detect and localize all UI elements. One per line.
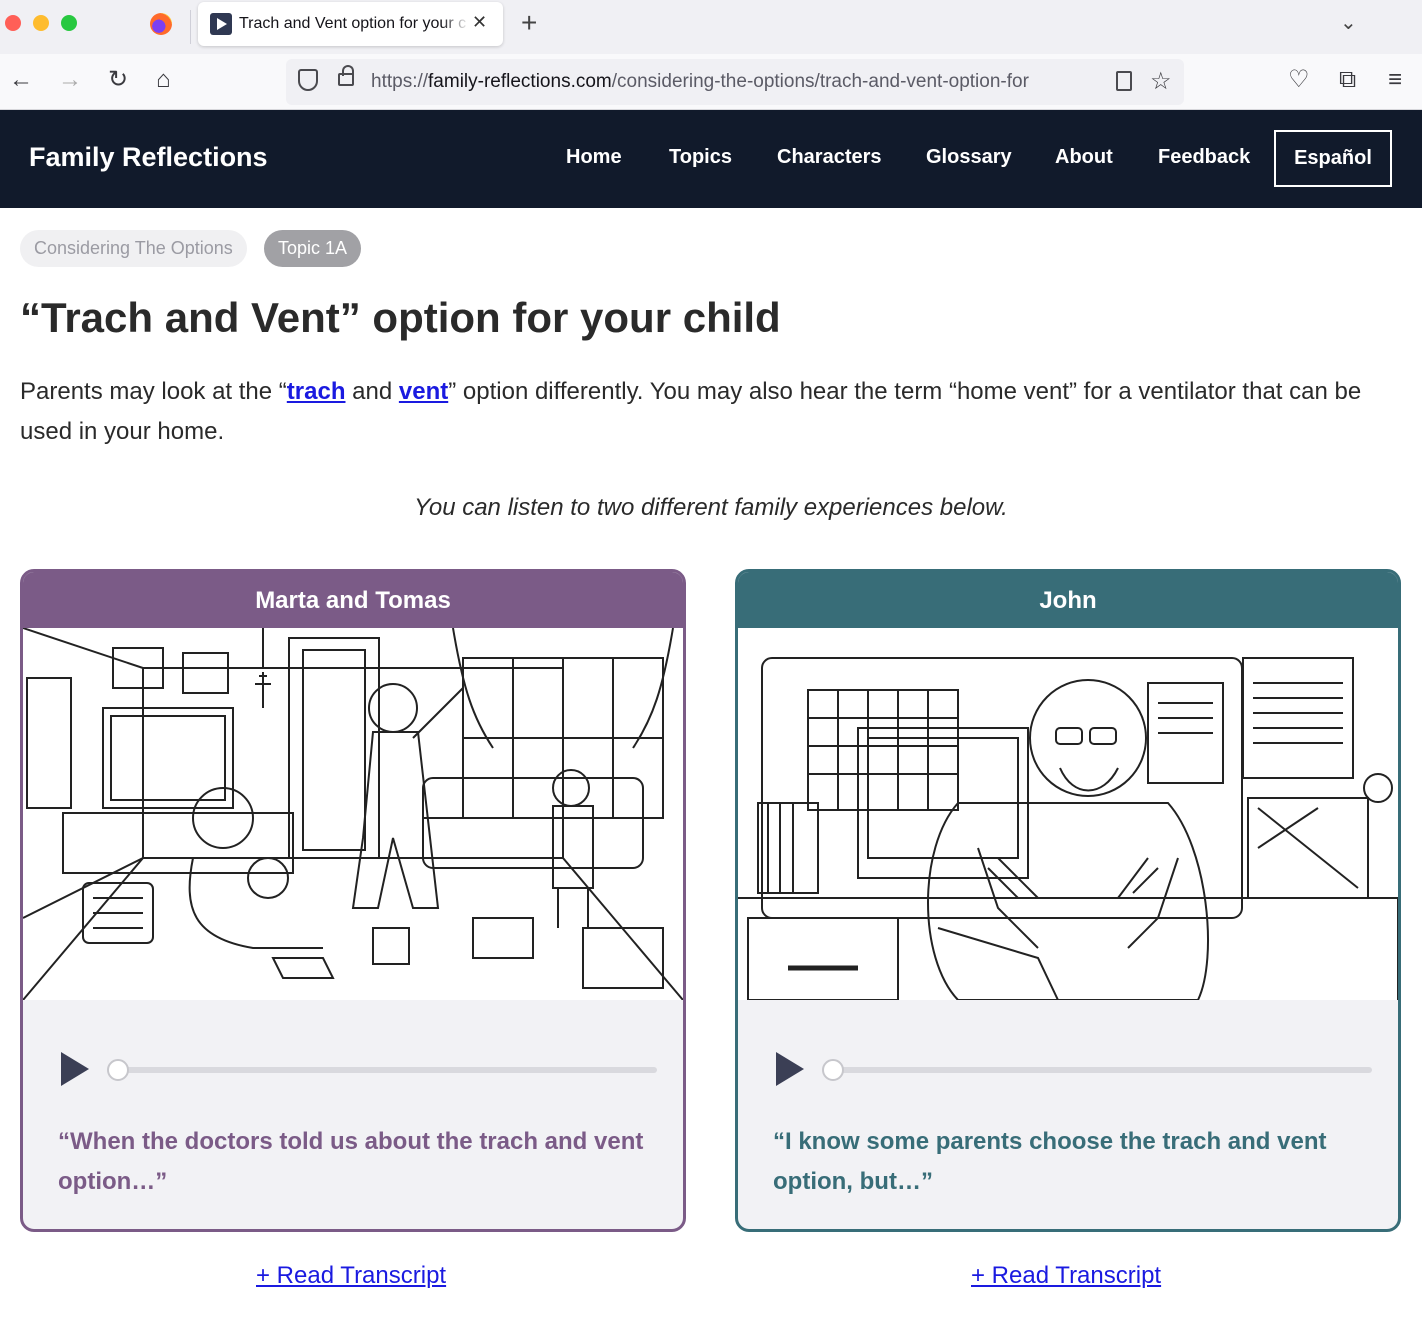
back-icon[interactable]: ← <box>9 66 33 94</box>
living-room-illustration <box>23 628 683 1000</box>
progress-track[interactable] <box>109 1067 657 1073</box>
nav-topics[interactable]: Topics <box>669 146 732 169</box>
home-icon[interactable]: ⌂ <box>156 66 171 94</box>
audio-player <box>738 1000 1398 1140</box>
read-transcript-link[interactable]: + Read Transcript <box>971 1262 1161 1290</box>
read-transcript-link[interactable]: + Read Transcript <box>256 1262 446 1290</box>
card-title: John <box>738 572 1398 628</box>
menu-icon[interactable]: ≡ <box>1388 66 1402 94</box>
play-favicon-icon <box>210 13 232 35</box>
shield-icon[interactable] <box>298 69 318 91</box>
office-illustration <box>738 628 1398 1000</box>
story-card-john: John “I know some parents choose the tra… <box>735 569 1401 1232</box>
lock-icon[interactable] <box>338 65 354 86</box>
site-title[interactable]: Family Reflections <box>29 142 268 173</box>
progress-track[interactable] <box>824 1067 1372 1073</box>
listen-note: You can listen to two different family e… <box>414 494 1008 521</box>
forward-icon[interactable]: → <box>58 66 82 94</box>
language-button[interactable]: Español <box>1274 130 1392 187</box>
breadcrumb-category[interactable]: Considering The Options <box>20 230 247 267</box>
card-quote: “I know some parents choose the trach an… <box>773 1128 1327 1195</box>
firefox-icon <box>150 13 172 35</box>
nav-about[interactable]: About <box>1055 146 1113 169</box>
close-window-button[interactable] <box>5 15 21 31</box>
reload-icon[interactable]: ↻ <box>108 66 128 94</box>
chevron-down-icon[interactable]: ⌄ <box>1340 10 1357 35</box>
zoom-window-button[interactable] <box>61 15 77 31</box>
trach-glossary-link[interactable]: trach <box>287 378 346 405</box>
star-icon[interactable]: ☆ <box>1150 67 1172 96</box>
browser-toolbar: ← → ↻ ⌂ https://family-reflections.com/c… <box>0 54 1422 110</box>
progress-thumb[interactable] <box>822 1059 844 1081</box>
story-card-marta-tomas: Marta and Tomas “When the doctors told u… <box>20 569 686 1232</box>
breadcrumb-topic: Topic 1A <box>264 230 362 267</box>
page-title: “Trach and Vent” option for your child <box>20 294 781 341</box>
vent-glossary-link[interactable]: vent <box>399 378 448 405</box>
pocket-icon[interactable]: ♡ <box>1288 66 1310 94</box>
nav-glossary[interactable]: Glossary <box>926 146 1012 169</box>
active-tab[interactable]: Trach and Vent option for your c ✕ <box>198 2 503 46</box>
card-title: Marta and Tomas <box>23 572 683 628</box>
reader-icon[interactable] <box>1116 71 1132 91</box>
url-bar[interactable]: https://family-reflections.com/consideri… <box>286 59 1184 105</box>
close-icon[interactable]: ✕ <box>472 12 487 33</box>
url-text[interactable]: https://family-reflections.com/consideri… <box>371 71 1101 93</box>
card-quote: “When the doctors told us about the trac… <box>58 1128 644 1195</box>
nav-feedback[interactable]: Feedback <box>1158 146 1250 169</box>
plus-icon[interactable]: + <box>521 9 537 37</box>
nav-home[interactable]: Home <box>566 146 622 169</box>
play-icon[interactable] <box>61 1052 89 1086</box>
tab-separator <box>190 10 191 44</box>
tab-title: Trach and Vent option for your c <box>239 15 467 32</box>
audio-player <box>23 1000 683 1140</box>
nav-characters[interactable]: Characters <box>777 146 882 169</box>
site-header: Family Reflections Home Topics Character… <box>0 110 1422 208</box>
intro-paragraph: Parents may look at the “trach and vent”… <box>20 378 1362 445</box>
browser-tab-bar: Trach and Vent option for your c ✕ + ⌄ <box>0 0 1422 54</box>
minimize-window-button[interactable] <box>33 15 49 31</box>
progress-thumb[interactable] <box>107 1059 129 1081</box>
play-icon[interactable] <box>776 1052 804 1086</box>
extensions-icon[interactable]: ⧉ <box>1339 66 1356 94</box>
